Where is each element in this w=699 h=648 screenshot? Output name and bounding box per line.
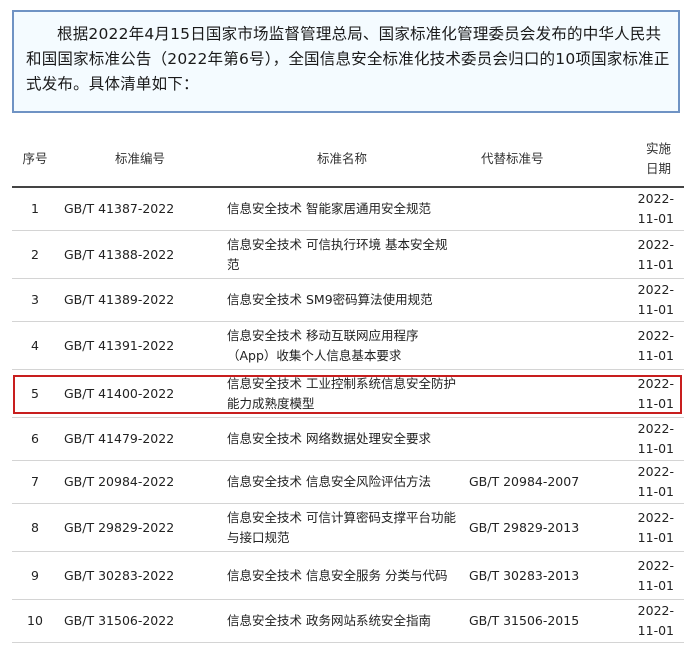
cell-code: GB/T 41389-2022 [64, 292, 175, 307]
cell-replaced [463, 370, 632, 418]
table-row: 8 GB/T 29829-2022 信息安全技术 可信计算密码支撑平台功能与接口… [12, 504, 684, 552]
cell-date: 2022-11-01 [637, 327, 674, 363]
cell-name: 信息安全技术 移动互联网应用程序（App）收集个人信息基本要求 [227, 327, 419, 363]
header-name: 标准名称 [316, 151, 367, 166]
cell-code: GB/T 20984-2022 [64, 474, 175, 489]
table-header: 序号 标准编号 标准名称 代替标准号 实施 日期 [12, 132, 684, 187]
cell-name: 信息安全技术 SM9密码算法使用规范 [227, 292, 433, 307]
table-row: 2 GB/T 41388-2022 信息安全技术 可信执行环境 基本安全规范 2… [12, 231, 684, 279]
cell-replaced: GB/T 29829-2013 [469, 519, 580, 535]
cell-code: GB/T 31506-2022 [64, 613, 175, 628]
cell-replaced: GB/T 30283-2013 [469, 567, 580, 583]
table-body: 1 GB/T 41387-2022 信息安全技术 智能家居通用安全规范 2022… [12, 187, 684, 643]
cell-no: 6 [31, 431, 39, 446]
cell-date: 2022-11-01 [637, 509, 674, 545]
cell-date: 2022-11-01 [637, 375, 674, 411]
cell-code: GB/T 29829-2022 [64, 519, 175, 535]
standards-table: 序号 标准编号 标准名称 代替标准号 实施 日期 1 GB/T 41387-20… [12, 132, 684, 643]
cell-replaced [463, 418, 632, 461]
cell-name: 信息安全技术 信息安全服务 分类与代码 [227, 567, 448, 583]
header-replaced: 代替标准号 [481, 151, 544, 166]
cell-name: 信息安全技术 工业控制系统信息安全防护能力成熟度模型 [227, 375, 456, 411]
cell-no: 7 [31, 474, 39, 489]
cell-name: 信息安全技术 智能家居通用安全规范 [227, 201, 431, 216]
cell-no: 9 [31, 567, 39, 583]
table-row: 7 GB/T 20984-2022 信息安全技术 信息安全风险评估方法 GB/T… [12, 461, 684, 504]
cell-date: 2022-11-01 [637, 282, 674, 317]
cell-date: 2022-11-01 [637, 421, 674, 456]
intro-box: 根据2022年4月15日国家市场监督管理总局、国家标准化管理委员会发布的中华人民… [12, 10, 680, 113]
cell-no: 8 [31, 519, 39, 535]
cell-replaced: GB/T 20984-2007 [469, 474, 580, 489]
cell-replaced [463, 279, 632, 322]
cell-name: 信息安全技术 信息安全风险评估方法 [227, 474, 431, 489]
cell-no: 1 [31, 201, 39, 216]
cell-date: 2022-11-01 [637, 191, 674, 226]
table-row: 1 GB/T 41387-2022 信息安全技术 智能家居通用安全规范 2022… [12, 187, 684, 231]
cell-name: 信息安全技术 可信计算密码支撑平台功能与接口规范 [227, 509, 456, 545]
cell-replaced [463, 322, 632, 370]
cell-replaced [463, 187, 632, 231]
cell-date: 2022-11-01 [637, 236, 674, 272]
cell-code: GB/T 30283-2022 [64, 567, 175, 583]
table-row: 10 GB/T 31506-2022 信息安全技术 政务网站系统安全指南 GB/… [12, 600, 684, 643]
cell-code: GB/T 41391-2022 [64, 337, 175, 353]
cell-code: GB/T 41400-2022 [64, 385, 175, 401]
cell-date: 2022-11-01 [637, 603, 674, 638]
table-row: 3 GB/T 41389-2022 信息安全技术 SM9密码算法使用规范 202… [12, 279, 684, 322]
cell-replaced [463, 231, 632, 279]
table-row: 6 GB/T 41479-2022 信息安全技术 网络数据处理安全要求 2022… [12, 418, 684, 461]
cell-date: 2022-11-01 [637, 464, 674, 499]
cell-date: 2022-11-01 [637, 557, 674, 593]
cell-no: 2 [31, 246, 39, 262]
intro-text: 根据2022年4月15日国家市场监督管理总局、国家标准化管理委员会发布的中华人民… [26, 25, 670, 93]
header-row: 序号 标准编号 标准名称 代替标准号 实施 日期 [12, 132, 684, 187]
cell-code: GB/T 41387-2022 [64, 201, 175, 216]
cell-name: 信息安全技术 网络数据处理安全要求 [227, 431, 431, 446]
cell-no: 10 [27, 613, 43, 628]
cell-name: 信息安全技术 可信执行环境 基本安全规范 [227, 236, 448, 272]
cell-code: GB/T 41388-2022 [64, 246, 175, 262]
cell-no: 3 [31, 292, 39, 307]
header-code: 标准编号 [114, 151, 165, 166]
table-row: 4 GB/T 41391-2022 信息安全技术 移动互联网应用程序（App）收… [12, 322, 684, 370]
cell-name: 信息安全技术 政务网站系统安全指南 [227, 613, 431, 628]
table-row: 9 GB/T 30283-2022 信息安全技术 信息安全服务 分类与代码 GB… [12, 552, 684, 600]
cell-no: 5 [31, 385, 39, 401]
header-date-line1: 实施 [645, 141, 671, 156]
header-date-line2: 日期 [645, 161, 671, 176]
header-no: 序号 [22, 151, 48, 166]
table-row: 5 GB/T 41400-2022 信息安全技术 工业控制系统信息安全防护能力成… [12, 370, 684, 418]
cell-replaced: GB/T 31506-2015 [469, 613, 580, 628]
cell-no: 4 [31, 337, 39, 353]
cell-code: GB/T 41479-2022 [64, 431, 175, 446]
header-date: 实施 日期 [632, 132, 684, 187]
